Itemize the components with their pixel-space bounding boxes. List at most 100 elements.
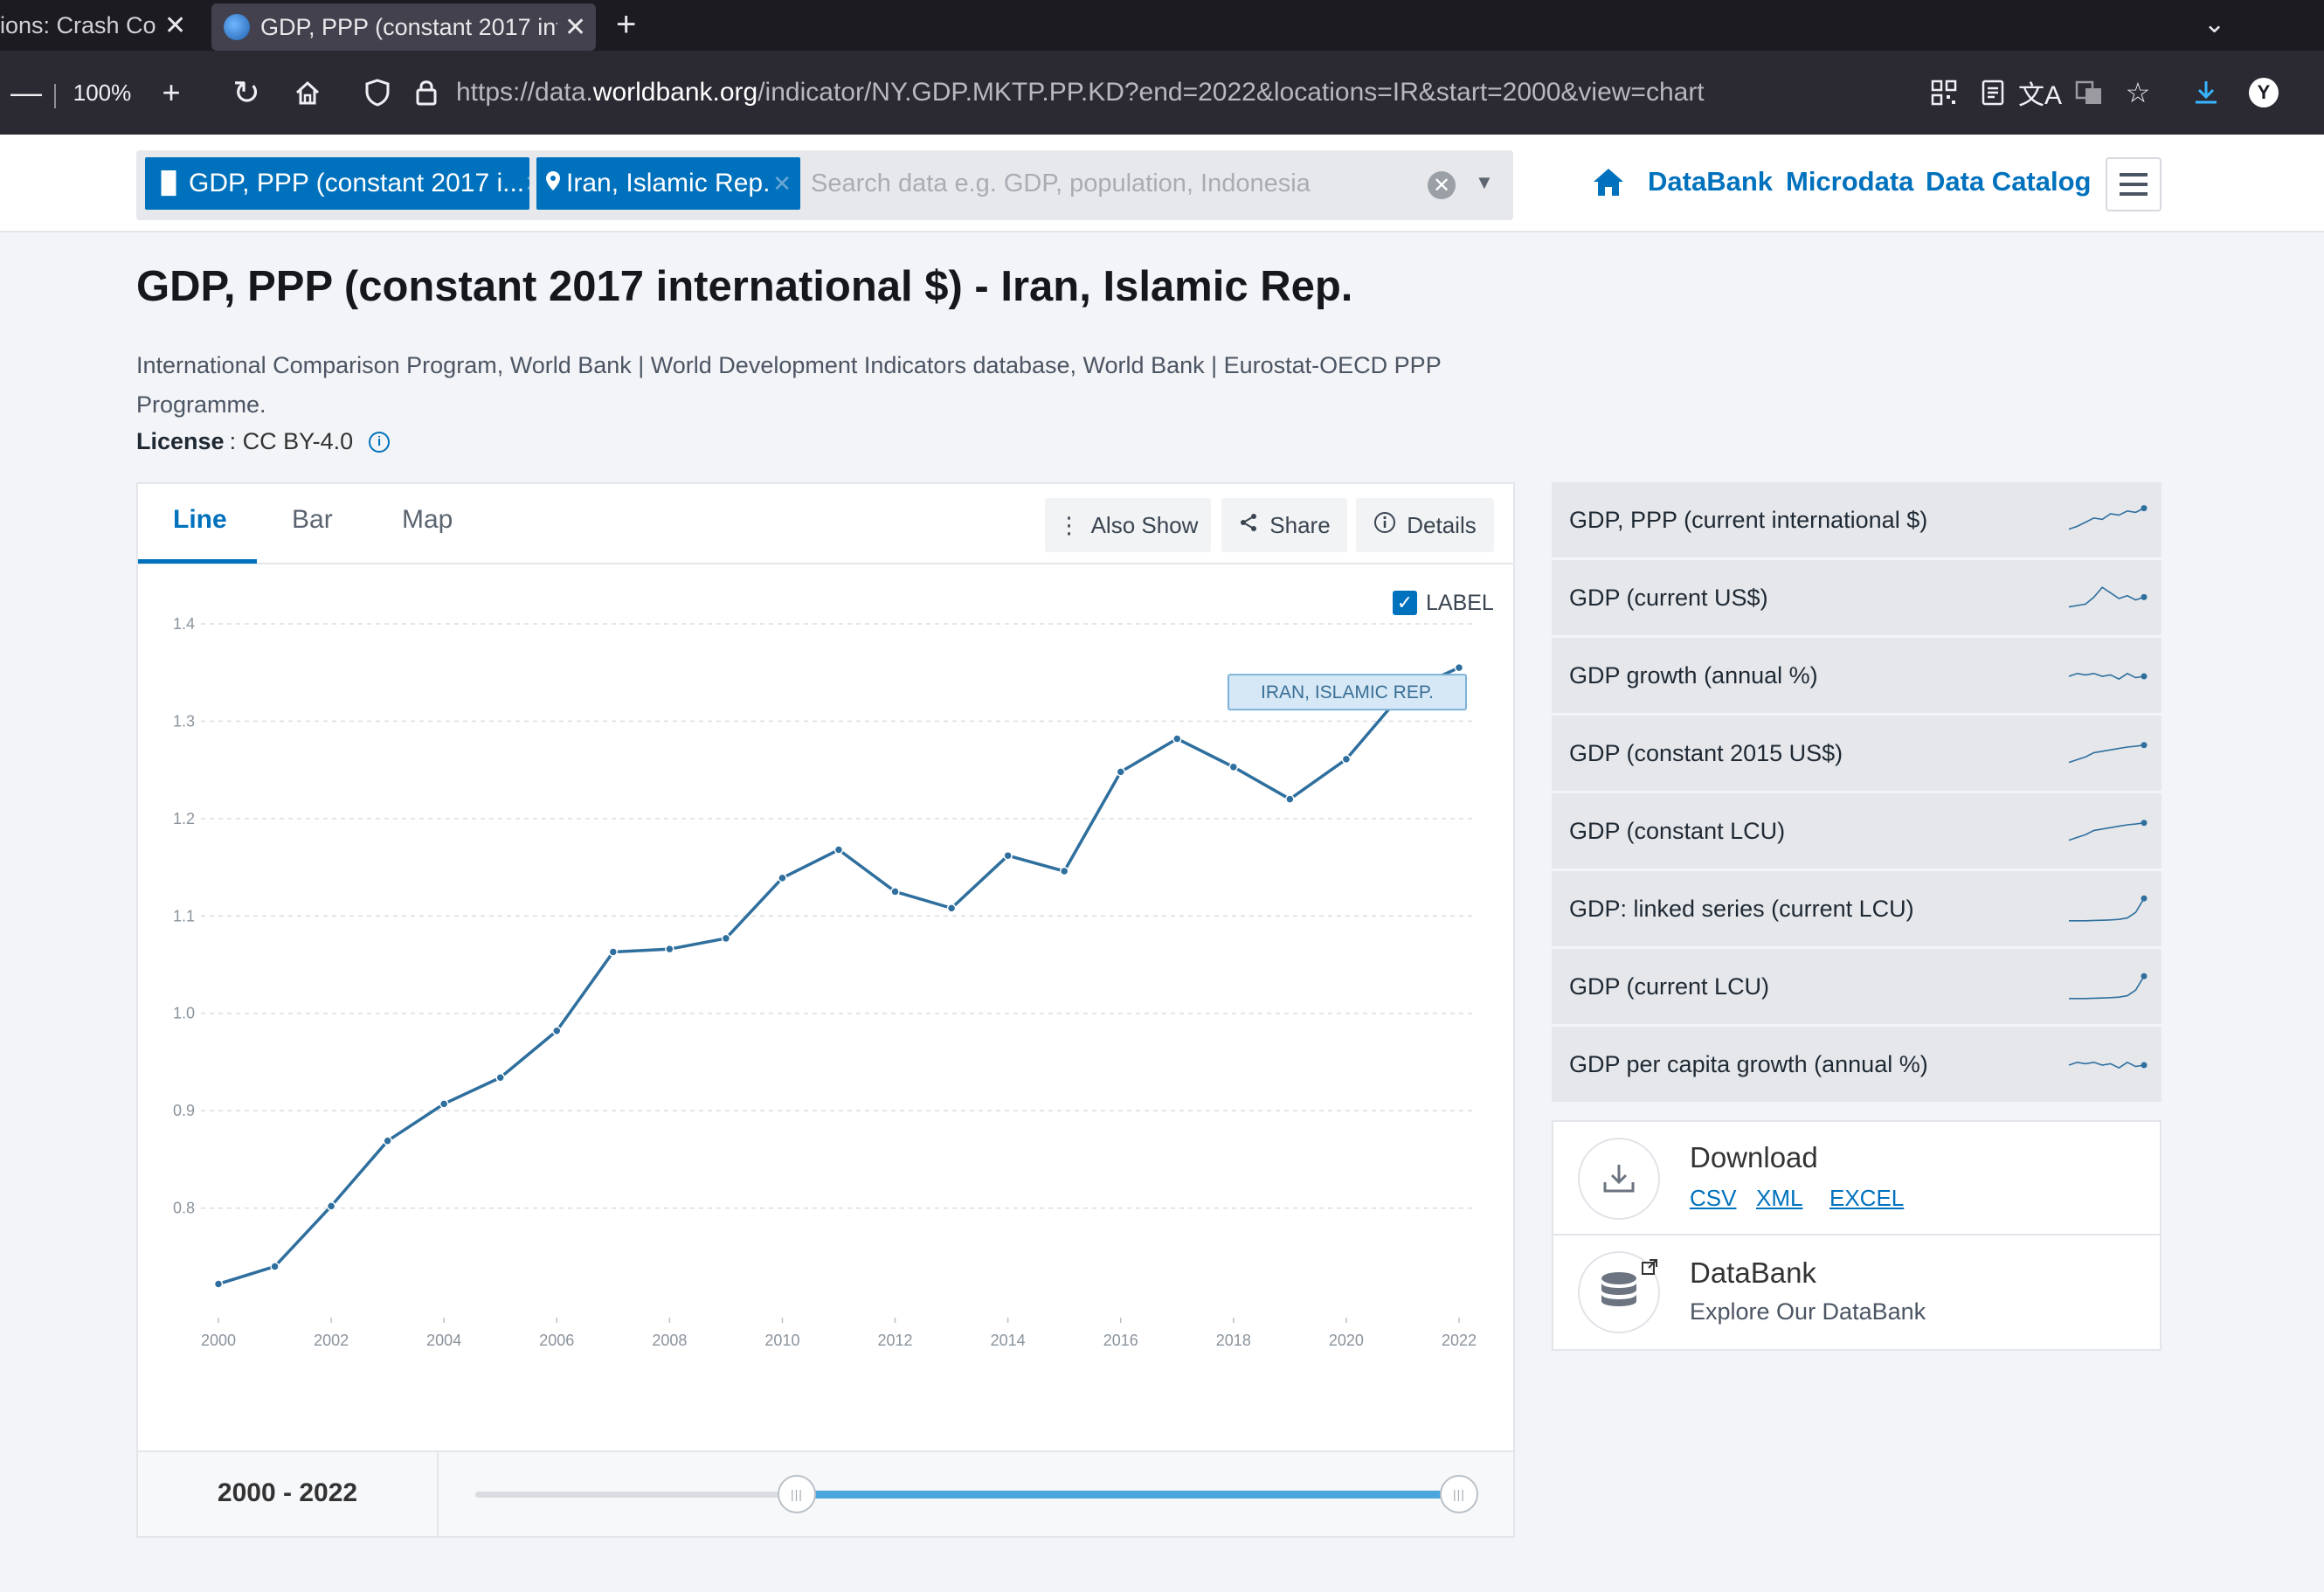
details-label: Details [1407,511,1477,538]
zoom-level[interactable]: 100% [68,51,136,135]
tab-bar[interactable]: Bar [292,505,333,535]
search-input[interactable] [809,157,1421,210]
remove-chip-icon[interactable]: ✕ [772,170,792,197]
map-pin-icon [545,169,561,198]
qr-code-icon[interactable] [1922,51,1966,135]
y-tick-label: 1.2 [173,810,195,827]
related-indicator-item[interactable]: GDP (constant 2015 US$) [1552,716,2161,791]
account-avatar-icon[interactable]: Y [2242,51,2286,135]
download-xml-link[interactable]: XML [1756,1185,1802,1212]
related-indicator-item[interactable]: GDP (current US$) [1552,560,2161,635]
hamburger-menu-icon[interactable] [2106,157,2161,211]
nav-link-data-catalog[interactable]: Data Catalog [1926,166,2091,197]
x-tick-label: 2022 [1442,1332,1477,1349]
sparkline-path [2068,821,2145,841]
sparkline [2069,895,2148,922]
nav-link-microdata[interactable]: Microdata [1786,166,1913,197]
related-indicator-item[interactable]: GDP: linked series (current LCU) [1552,871,2161,946]
sparkline-path [2069,975,2145,1000]
location-chip[interactable]: Iran, Islamic Rep. ✕ [536,157,800,210]
nav-link-databank[interactable]: DataBank [1648,166,1773,197]
range-label: 2000 - 2022 [138,1450,439,1536]
range-slider-start-handle[interactable]: ||| [778,1475,816,1513]
tab-map[interactable]: Map [402,505,453,535]
tab-close-icon[interactable]: ✕ [564,12,586,43]
related-indicator-label: GDP (current LCU) [1569,973,1770,1000]
url-bar[interactable]: https://data. worldbank.org/indicator/NY.… [456,51,1705,135]
range-slider-end-handle[interactable]: ||| [1440,1475,1478,1513]
x-tick-label: 2000 [201,1332,236,1349]
tab-line[interactable]: Line [173,505,227,535]
related-indicator-item[interactable]: GDP per capita growth (annual %) [1552,1027,2161,1102]
x-tick-label: 2002 [314,1332,349,1349]
download-title: Download [1690,1141,1818,1173]
x-tick-label: 2004 [426,1332,461,1349]
data-point [552,1026,562,1036]
indicator-chip[interactable]: ▐▌ GDP, PPP (constant 2017 i... ✕ [145,157,529,210]
url-path: /indicator/NY.GDP.MKTP.PP.KD?end=2022&lo… [757,78,1705,107]
bar-chart-icon: ▐▌ [154,171,184,195]
data-point [721,933,731,944]
home-icon[interactable] [1592,166,1625,206]
new-tab-plus-icon[interactable]: + [616,5,636,45]
y-tick-label: 1.3 [173,712,195,730]
download-csv-link[interactable]: CSV [1690,1185,1736,1212]
x-tick-label: 2016 [1103,1332,1138,1349]
x-tick-label: 2020 [1329,1332,1364,1349]
zoom-out-minus-icon[interactable]: — [9,51,44,135]
data-point [1228,762,1239,772]
also-show-button[interactable]: ⋮ Also Show [1045,498,1211,552]
info-icon[interactable]: i [369,431,391,453]
data-point [213,1279,224,1289]
chevron-down-icon[interactable]: ⌄ [2203,9,2225,39]
sparkline [2068,1061,2148,1069]
x-tick-label: 2012 [878,1332,913,1349]
clear-search-icon[interactable]: ✕ [1428,171,1456,199]
indicator-chip-label: GDP, PPP (constant 2017 i... [189,169,525,197]
related-indicator-item[interactable]: GDP (current LCU) [1552,949,2161,1024]
series-label: IRAN, ISLAMIC REP. [1261,682,1434,703]
zoom-in-plus-icon[interactable]: + [154,51,189,135]
x-tick-label: 2014 [991,1332,1026,1349]
sparkline-end-point [2141,820,2148,827]
data-point [383,1136,392,1146]
remove-chip-icon[interactable]: ✕ [524,170,529,197]
url-host: worldbank.org [592,78,758,107]
active-tab-indicator [138,559,257,564]
data-point [890,887,900,896]
related-indicator-item[interactable]: GDP (constant LCU) [1552,793,2161,869]
shield-icon[interactable] [358,51,397,135]
download-excel-link[interactable]: EXCEL [1829,1185,1904,1212]
translate-icon[interactable]: 文A [2018,51,2062,135]
tab-close-icon[interactable]: ✕ [164,10,186,41]
data-point [665,944,674,954]
reload-icon[interactable]: ↻ [227,51,266,135]
lock-icon[interactable] [409,51,444,135]
bookmark-star-icon[interactable]: ☆ [2116,51,2160,135]
sparkline-end-point [2141,673,2148,680]
share-label: Share [1269,511,1331,538]
data-point [778,873,787,883]
page-translate-icon[interactable] [2067,51,2111,135]
browser-tab-crash-course[interactable]: ions: Crash Cou ✕ [0,0,201,51]
databank-title: DataBank [1690,1256,1816,1289]
share-button[interactable]: Share [1221,498,1347,552]
home-icon[interactable] [288,51,327,135]
sparkline-end-point [2141,505,2148,512]
external-link-icon [1641,1258,1658,1281]
related-indicator-item[interactable]: GDP growth (annual %) [1552,638,2161,713]
data-point [1454,662,1464,673]
related-indicator-label: GDP (constant 2015 US$) [1569,739,1843,766]
license-line: License : CC BY-4.0 i [136,428,391,455]
reader-view-icon[interactable] [1971,51,2015,135]
browser-tab-gdp[interactable]: GDP, PPP (constant 2017 inte ✕ [211,3,596,51]
related-indicator-item[interactable]: GDP, PPP (current international $) [1552,482,2161,557]
data-point [1116,767,1125,777]
download-icon[interactable] [2184,51,2228,135]
chevron-down-icon[interactable]: ▼ [1475,171,1494,194]
license-label: License [136,428,225,454]
details-button[interactable]: Details [1356,498,1494,552]
tab-title: ions: Crash Cou [0,11,157,38]
sparkline-path [2068,744,2145,764]
sparkline-end-point [2141,973,2148,979]
